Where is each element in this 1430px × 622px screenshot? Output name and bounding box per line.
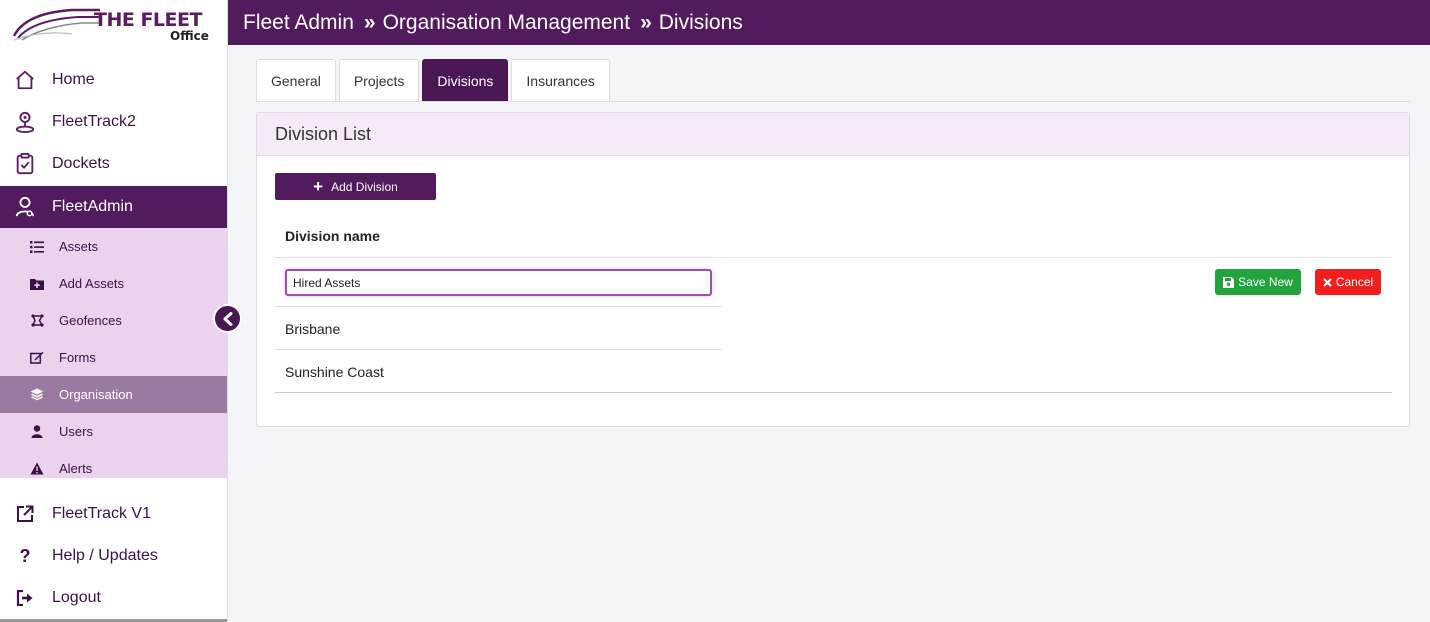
table-divider	[275, 392, 1392, 393]
tab-projects[interactable]: Projects	[338, 59, 420, 101]
division-name-input[interactable]	[285, 269, 712, 296]
submenu-item-label: Assets	[59, 239, 99, 254]
sidebar-item-label: Dockets	[52, 155, 110, 172]
layers-icon	[29, 387, 45, 403]
breadcrumb-separator: »	[363, 10, 376, 34]
sidebar-item-label: FleetAdmin	[52, 198, 133, 215]
plus-icon: +	[313, 177, 324, 196]
submenu-item-label: Alerts	[59, 461, 93, 476]
submenu-item-label: Users	[59, 424, 93, 439]
sidebar-item-logout[interactable]: Logout	[0, 577, 227, 619]
tab-divisions[interactable]: Divisions	[422, 59, 509, 101]
admin-user-icon	[12, 194, 38, 220]
submenu-item-organisation[interactable]: Organisation	[0, 376, 227, 413]
column-header-division-name: Division name	[285, 228, 380, 244]
logo[interactable]: THE FLEET Office	[12, 2, 212, 44]
division-list-panel: Division List + Add Division Division na…	[256, 112, 1410, 427]
panel-title: Division List	[257, 113, 1409, 156]
sidebar-item-fleettrack2[interactable]: FleetTrack2	[0, 101, 227, 143]
page-header: Fleet Admin » Organisation Management » …	[228, 0, 1430, 45]
submenu-item-label: Add Assets	[59, 276, 125, 291]
breadcrumb-divisions: Divisions	[658, 10, 743, 34]
submenu-item-users[interactable]: Users	[0, 413, 227, 450]
tab-general[interactable]: General	[256, 59, 336, 101]
submenu-item-forms[interactable]: Forms	[0, 339, 227, 376]
sidebar: THE FLEET Office Home FleetTrack2 Docket…	[0, 0, 228, 622]
sidebar-item-label: Help / Updates	[52, 547, 158, 564]
fleetadmin-submenu: Assets Add Assets Geofences Forms Organi…	[0, 228, 227, 478]
logo-swoosh-icon	[12, 8, 100, 41]
tab-divider	[256, 101, 1410, 102]
sidebar-item-fleettrack-v1[interactable]: FleetTrack V1	[0, 493, 227, 535]
home-icon	[12, 67, 38, 93]
logo-title: THE FLEET	[94, 9, 202, 31]
sidebar-item-dockets[interactable]: Dockets	[0, 143, 227, 185]
sidebar-item-home[interactable]: Home	[0, 59, 227, 101]
cancel-label: Cancel	[1335, 275, 1374, 289]
table-divider	[275, 257, 721, 258]
save-new-label: Save New	[1238, 275, 1293, 289]
logout-icon	[12, 585, 38, 611]
table-divider	[721, 257, 1392, 258]
cancel-button[interactable]: Cancel	[1315, 269, 1381, 295]
question-icon: ?	[19, 545, 31, 566]
breadcrumb-organisation-management[interactable]: Organisation Management	[383, 11, 630, 35]
user-icon	[29, 424, 45, 440]
submenu-item-label: Organisation	[59, 387, 133, 402]
close-icon	[1323, 277, 1332, 287]
submenu-item-geofences[interactable]: Geofences	[0, 302, 227, 339]
breadcrumb-separator: »	[640, 10, 652, 34]
folder-plus-icon	[29, 276, 45, 292]
logo-subtitle: Office	[170, 29, 209, 43]
add-division-button[interactable]: + Add Division	[275, 173, 436, 200]
geofence-icon	[29, 313, 45, 329]
table-row[interactable]: Sunshine Coast	[285, 364, 384, 380]
location-person-icon	[12, 109, 38, 135]
clipboard-check-icon	[12, 151, 38, 177]
collapse-sidebar-button[interactable]	[213, 304, 242, 333]
sidebar-item-fleetadmin[interactable]: FleetAdmin	[0, 186, 227, 228]
table-divider	[275, 349, 721, 350]
edit-icon	[29, 350, 45, 366]
submenu-item-label: Forms	[59, 350, 96, 365]
save-new-button[interactable]: Save New	[1215, 269, 1301, 295]
tab-insurances[interactable]: Insurances	[511, 59, 610, 101]
list-icon	[29, 239, 45, 255]
submenu-item-alerts[interactable]: Alerts	[0, 450, 227, 487]
external-link-icon	[12, 501, 38, 527]
table-divider	[275, 306, 721, 307]
sidebar-item-label: Home	[52, 71, 95, 88]
sidebar-item-label: FleetTrack2	[52, 113, 136, 130]
table-row[interactable]: Brisbane	[285, 321, 340, 337]
sidebar-item-label: FleetTrack V1	[52, 505, 151, 522]
sidebar-item-label: Logout	[52, 589, 101, 606]
add-division-label: Add Division	[331, 179, 398, 194]
floppy-disk-icon	[1223, 276, 1235, 288]
warning-icon	[29, 461, 45, 477]
sidebar-item-help[interactable]: ? Help / Updates	[0, 535, 227, 577]
submenu-item-add-assets[interactable]: Add Assets	[0, 265, 227, 302]
breadcrumb-fleet-admin[interactable]: Fleet Admin	[243, 11, 354, 35]
tab-bar: General Projects Divisions Insurances	[256, 59, 613, 101]
submenu-item-assets[interactable]: Assets	[0, 228, 227, 265]
chevron-left-icon	[223, 311, 232, 326]
submenu-item-label: Geofences	[59, 313, 122, 328]
